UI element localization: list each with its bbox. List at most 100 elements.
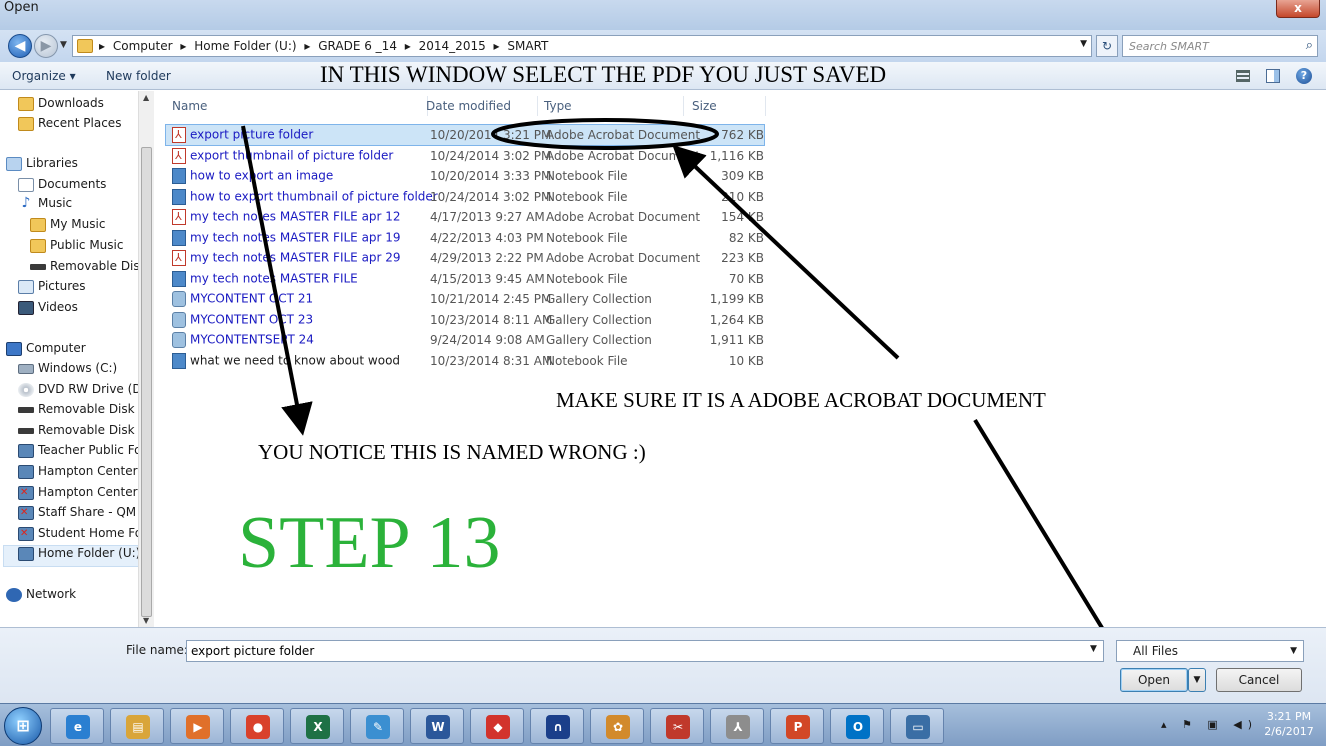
file-type: Notebook File	[546, 230, 628, 245]
file-row[interactable]: how to export an image 10/20/2014 3:33 PM…	[166, 166, 764, 186]
nav-hampton-center-1[interactable]: Hampton Center	[18, 464, 138, 484]
column-header-date[interactable]: Date modified	[420, 96, 538, 116]
file-row[interactable]: MYCONTENTSEPT 24 9/24/2014 9:08 AM Gallery…	[166, 330, 764, 350]
taskbar-app-acrobat[interactable]: ⅄	[710, 708, 764, 744]
nav-staff-share[interactable]: Staff Share - QM	[18, 505, 136, 525]
nav-videos[interactable]: Videos	[18, 300, 78, 320]
nav-removable-disk-lib[interactable]: Removable Dis	[30, 259, 140, 279]
named-wrong-annotation: YOU NOTICE THIS IS NAMED WRONG :)	[258, 440, 646, 464]
file-name: export thumbnail of picture folder	[172, 147, 393, 164]
taskbar-app-media-player[interactable]: ▶	[170, 708, 224, 744]
search-input[interactable]: Search SMART ⌕	[1122, 35, 1318, 57]
change-view-icon[interactable]	[1236, 70, 1250, 82]
nav-windows-c[interactable]: Windows (C:)	[18, 361, 117, 381]
breadcrumb-2014-2015[interactable]: 2014_2015	[419, 39, 486, 53]
breadcrumb: ▸ Computer ▸ Home Folder (U:) ▸ GRADE 6 …	[99, 39, 552, 53]
nav-libraries[interactable]: Libraries	[6, 156, 78, 176]
file-row[interactable]: export thumbnail of picture folder 10/24/…	[166, 146, 764, 166]
taskbar-app-excel[interactable]: X	[290, 708, 344, 744]
forward-button[interactable]: ▶	[34, 34, 58, 58]
taskbar-app-chrome[interactable]: ●	[230, 708, 284, 744]
documents-icon	[18, 177, 34, 192]
nav-label: Music	[38, 196, 73, 210]
file-row[interactable]: my tech notes MASTER FILE apr 19 4/22/201…	[166, 228, 764, 248]
breadcrumb-grade6[interactable]: GRADE 6 _14	[318, 39, 397, 53]
file-row[interactable]: my tech notes MASTER FILE apr 29 4/29/201…	[166, 248, 764, 268]
breadcrumb-computer[interactable]: Computer	[113, 39, 173, 53]
taskbar-app-smart-notebook[interactable]: ✎	[350, 708, 404, 744]
column-header-type[interactable]: Type	[538, 96, 684, 116]
taskbar-app-screen-capture[interactable]: ▭	[890, 708, 944, 744]
media-player-icon: ▶	[186, 715, 210, 739]
outlook-icon: O	[846, 715, 870, 739]
column-header-name[interactable]: Name	[166, 96, 428, 116]
new-folder-button[interactable]: New folder	[106, 69, 171, 83]
organize-button[interactable]: Organize ▾	[12, 69, 76, 83]
help-icon[interactable]: ?	[1296, 68, 1312, 84]
back-button[interactable]: ◀	[8, 34, 32, 58]
close-button[interactable]: x	[1276, 0, 1320, 18]
start-button[interactable]: ⊞	[4, 707, 42, 745]
file-row[interactable]: my tech notes MASTER FILE 4/15/2013 9:45 …	[166, 269, 764, 289]
nav-removable-disk-2[interactable]: Removable Disk (	[18, 423, 143, 443]
scrollbar-thumb[interactable]	[141, 147, 152, 617]
breadcrumb-home-folder[interactable]: Home Folder (U:)	[194, 39, 296, 53]
file-name-dropdown-icon[interactable]: ▼	[1090, 644, 1097, 654]
back-arrow-icon: ◀	[14, 38, 26, 54]
nav-label: Hampton Center	[38, 485, 138, 499]
system-tray[interactable]: ▴ ⚑ ▣ ◀)	[1161, 718, 1258, 731]
taskbar-app-file-explorer[interactable]: ▤	[110, 708, 164, 744]
nav-teacher-public[interactable]: Teacher Public Fo	[18, 443, 142, 463]
taskbar-app-snipping-tool[interactable]: ✂	[650, 708, 704, 744]
refresh-button[interactable]: ↻	[1096, 35, 1118, 57]
scroll-down-icon[interactable]: ▼	[143, 616, 149, 625]
open-dropdown-button[interactable]: ▼	[1188, 668, 1206, 692]
file-row[interactable]: how to export thumbnail of picture folde…	[166, 187, 764, 207]
clock[interactable]: 3:21 PM 2/6/2017	[1260, 709, 1318, 739]
cancel-button[interactable]: Cancel	[1216, 668, 1302, 692]
file-type: Gallery Collection	[546, 333, 652, 347]
recent-pages-dropdown[interactable]: ▼	[60, 40, 67, 50]
nav-computer[interactable]: Computer	[6, 341, 86, 361]
file-size: 154 KB	[721, 210, 764, 224]
nav-student-home[interactable]: Student Home Fo	[18, 526, 142, 546]
file-name: my tech notes MASTER FILE apr 29	[172, 250, 401, 266]
nav-dvd-drive[interactable]: DVD RW Drive (D	[18, 382, 142, 402]
computer-icon	[6, 341, 22, 356]
navigation-scrollbar[interactable]: ▲ ▼	[138, 91, 154, 627]
taskbar-app-internet-explorer[interactable]: e	[50, 708, 104, 744]
nav-music[interactable]: ♪ Music	[18, 196, 72, 216]
nav-network[interactable]: Network	[6, 587, 76, 607]
file-name-input[interactable]	[186, 640, 1104, 662]
file-row[interactable]: what we need to know about wood 10/23/201…	[166, 351, 764, 371]
nav-home-folder[interactable]: Home Folder (U:)	[3, 545, 140, 567]
taskbar-app-word[interactable]: W	[410, 708, 464, 744]
nav-public-music[interactable]: Public Music	[30, 238, 123, 258]
address-bar[interactable]: ▸ Computer ▸ Home Folder (U:) ▸ GRADE 6 …	[72, 35, 1092, 57]
preview-pane-icon[interactable]	[1266, 69, 1280, 83]
taskbar-app-outlook[interactable]: O	[830, 708, 884, 744]
open-button[interactable]: Open	[1120, 668, 1188, 692]
search-icon[interactable]: ⌕	[1306, 38, 1313, 53]
column-header-size[interactable]: Size	[686, 96, 766, 116]
nav-pictures[interactable]: Pictures	[18, 279, 86, 299]
breadcrumb-smart[interactable]: SMART	[507, 39, 548, 53]
file-row[interactable]: MYCONTENT OCT 23 10/23/2014 8:11 AM Galler…	[166, 310, 764, 330]
taskbar-app-audacity[interactable]: ∩	[530, 708, 584, 744]
scroll-up-icon[interactable]: ▲	[143, 93, 149, 102]
file-row[interactable]: MYCONTENT OCT 21 10/21/2014 2:45 PM Galler…	[166, 289, 764, 309]
file-type-filter[interactable]: All Files ▼	[1116, 640, 1304, 662]
file-row[interactable]: export picture folder 10/20/2014 3:21 PMA…	[165, 124, 765, 146]
nav-my-music[interactable]: My Music	[30, 217, 105, 237]
file-row[interactable]: my tech notes MASTER FILE apr 12 4/17/201…	[166, 207, 764, 227]
address-dropdown-icon[interactable]: ▼	[1080, 39, 1087, 49]
nav-recent-places[interactable]: Recent Places	[18, 116, 121, 136]
nav-removable-disk-1[interactable]: Removable Disk (	[18, 402, 143, 422]
file-name-text: export picture folder	[190, 127, 314, 142]
nav-documents[interactable]: Documents	[18, 177, 106, 197]
nav-hampton-center-2[interactable]: Hampton Center	[18, 485, 138, 505]
taskbar-app-app-red[interactable]: ◆	[470, 708, 524, 744]
taskbar-app-paint-app[interactable]: ✿	[590, 708, 644, 744]
taskbar-app-powerpoint[interactable]: P	[770, 708, 824, 744]
nav-downloads[interactable]: Downloads	[18, 96, 104, 116]
